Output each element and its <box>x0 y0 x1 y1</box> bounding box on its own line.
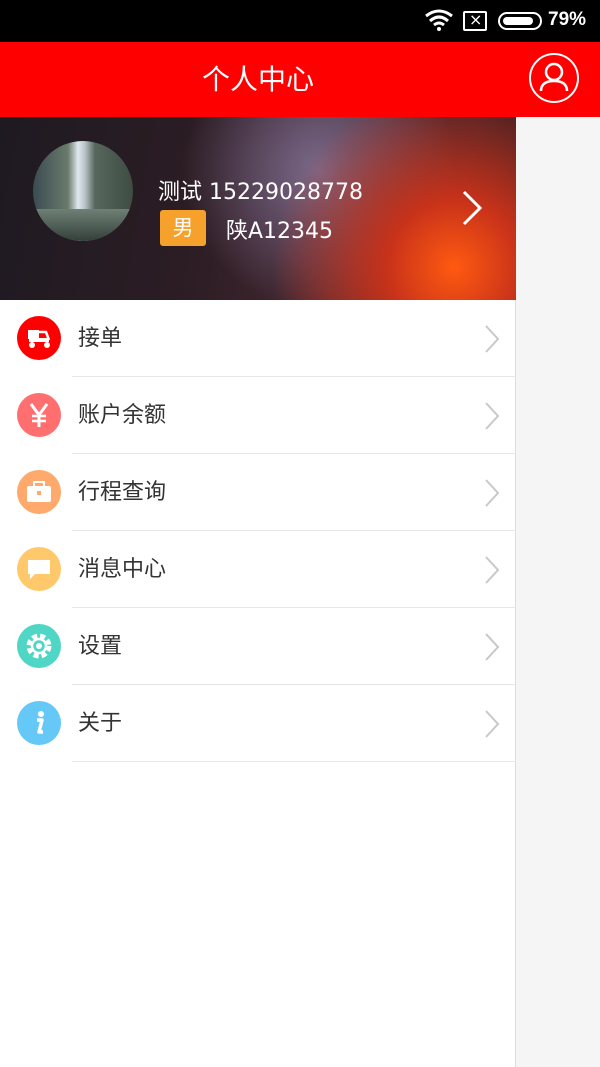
info-icon <box>17 701 61 745</box>
wifi-icon <box>425 9 453 31</box>
no-sim-icon <box>463 10 487 31</box>
license-plate: 陕A12345 <box>226 219 334 244</box>
menu-item-label: 消息中心 <box>78 557 167 582</box>
drawer-menu: 接单 账户余额 行程查询 消息中心 设置 关于 <box>0 300 516 762</box>
battery-percent: 79% <box>548 9 587 30</box>
avatar[interactable] <box>33 141 133 241</box>
briefcase-icon <box>17 470 61 514</box>
menu-item-about[interactable]: 关于 <box>0 685 516 762</box>
navigation-drawer: 个人中心 测试 15229028778 男 陕A12345 接单 账户余额 行程… <box>0 42 516 1067</box>
menu-item-balance[interactable]: 账户余额 <box>0 377 516 454</box>
chevron-right-icon[interactable] <box>460 189 484 227</box>
message-icon <box>17 547 61 591</box>
menu-item-label: 行程查询 <box>78 480 167 505</box>
status-bar: 79% <box>0 0 600 42</box>
menu-item-trips[interactable]: 行程查询 <box>0 454 516 531</box>
profile-card[interactable]: 测试 15229028778 男 陕A12345 <box>0 117 516 300</box>
menu-item-messages[interactable]: 消息中心 <box>0 531 516 608</box>
drawer-title: 个人中心 <box>0 42 516 117</box>
menu-item-label: 设置 <box>78 634 123 659</box>
chevron-right-icon <box>485 479 500 507</box>
user-profile-button[interactable] <box>529 53 579 103</box>
gender-badge: 男 <box>160 210 206 246</box>
user-icon <box>539 62 569 92</box>
scooter-icon <box>17 316 61 360</box>
menu-item-orders[interactable]: 接单 <box>0 300 516 377</box>
menu-item-settings[interactable]: 设置 <box>0 608 516 685</box>
yen-icon <box>17 393 61 437</box>
battery-icon <box>498 12 542 30</box>
menu-item-label: 关于 <box>78 711 123 736</box>
gear-icon <box>17 624 61 668</box>
menu-item-label: 接单 <box>78 326 123 351</box>
chevron-right-icon <box>485 325 500 353</box>
chevron-right-icon <box>485 710 500 738</box>
menu-item-label: 账户余额 <box>78 403 167 428</box>
main-content <box>516 117 600 1067</box>
divider <box>72 761 516 762</box>
profile-name-phone: 测试 15229028778 <box>158 180 363 205</box>
chevron-right-icon <box>485 402 500 430</box>
chevron-right-icon <box>485 556 500 584</box>
chevron-right-icon <box>485 633 500 661</box>
